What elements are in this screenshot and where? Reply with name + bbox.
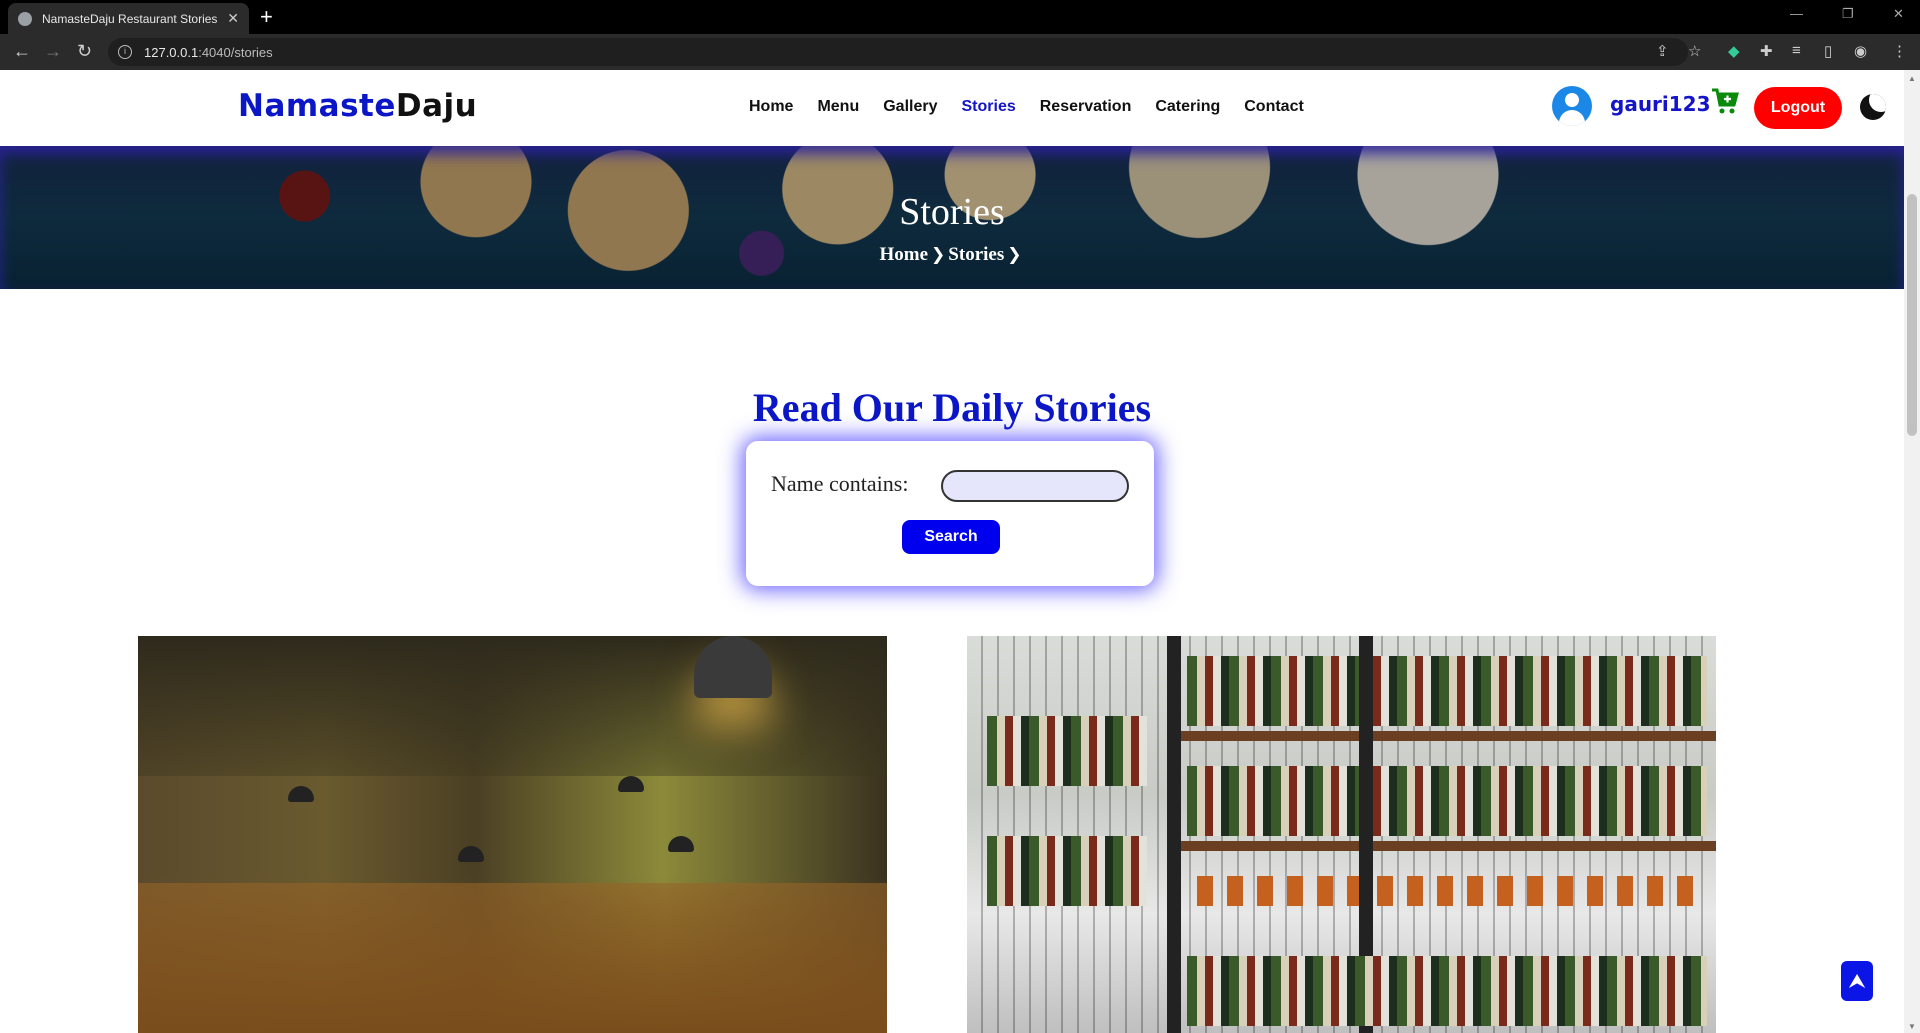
window-close-icon[interactable]: ✕ [1893,6,1904,22]
hero-banner: Stories Home ❯ Stories ❯ [0,146,1904,289]
back-icon[interactable]: ← [13,41,31,62]
chevron-right-icon: ❯ [1007,245,1022,265]
main-nav: Home Menu Gallery Stories Reservation Ca… [749,98,1328,116]
scrollbar-thumb[interactable] [1907,194,1917,436]
site-logo[interactable]: NamasteDaju [238,88,477,124]
nav-gallery[interactable]: Gallery [883,98,937,116]
page-title: Stories [899,191,1005,233]
page-scrollbar[interactable]: ▲ ▼ [1904,70,1920,1033]
search-label: Name contains: [771,471,909,496]
nav-home[interactable]: Home [749,98,793,116]
scroll-to-top-button[interactable]: ⮝ [1841,961,1873,1001]
media-icon[interactable]: ≡ [1792,42,1801,59]
nav-reservation[interactable]: Reservation [1040,98,1132,116]
tab-title: NamasteDaju Restaurant Stories [42,11,218,26]
close-tab-icon[interactable]: ✕ [227,10,239,27]
url-host: 127.0.0.1 [144,44,199,60]
moon-icon[interactable] [1860,94,1886,120]
sidepanel-icon[interactable]: ▯ [1824,42,1832,60]
username[interactable]: gauri123 [1610,92,1711,116]
star-icon[interactable]: ☆ [1688,42,1701,60]
logo-part-namaste: Namaste [238,88,396,124]
nav-contact[interactable]: Contact [1244,98,1304,116]
cart-plus-icon[interactable] [1710,86,1740,116]
info-icon[interactable]: i [118,45,132,59]
browser-toolbar: ← → ↻ i 127.0.0.1 :4040/stories ⇪ ☆ ◆ ✚ … [0,34,1920,70]
logo-part-daju: Daju [395,88,478,124]
nav-catering[interactable]: Catering [1155,98,1220,116]
scroll-up-arrow-icon[interactable]: ▲ [1908,74,1916,83]
minimize-icon[interactable]: — [1790,6,1803,21]
story-image-restaurant-interior[interactable] [138,636,887,1033]
search-card: Name contains: Search [746,441,1154,586]
section-title: Read Our Daily Stories [752,385,1152,430]
search-input[interactable] [941,470,1129,502]
share-icon[interactable]: ⇪ [1656,42,1669,60]
story-image-bar-shelves[interactable] [967,636,1716,1033]
menu-icon[interactable]: ⋮ [1892,42,1907,60]
user-avatar-icon[interactable] [1552,86,1592,126]
breadcrumb-home[interactable]: Home [880,244,929,265]
logout-button[interactable]: Logout [1754,87,1842,129]
browser-tabbar: NamasteDaju Restaurant Stories ✕ + — ❐ ✕ [0,0,1920,34]
breadcrumb: Home ❯ Stories ❯ [0,244,1904,266]
forward-icon[interactable]: → [44,41,62,62]
puzzle-icon[interactable]: ✚ [1760,42,1773,60]
breadcrumb-stories[interactable]: Stories [948,244,1004,265]
new-tab-button[interactable]: + [260,4,273,30]
extension-icon[interactable]: ◆ [1728,42,1740,60]
profile-icon[interactable]: ◉ [1854,42,1867,60]
search-button[interactable]: Search [902,520,1000,554]
double-chevron-up-icon: ⮝ [1849,971,1865,991]
reload-icon[interactable]: ↻ [77,41,92,62]
site-header: NamasteDaju Home Menu Gallery Stories Re… [0,70,1904,146]
restore-icon[interactable]: ❐ [1842,6,1854,22]
nav-menu[interactable]: Menu [817,98,859,116]
url-path: :4040/stories [198,44,273,60]
browser-tab[interactable]: NamasteDaju Restaurant Stories ✕ [8,3,249,34]
nav-stories[interactable]: Stories [962,98,1016,116]
chevron-right-icon: ❯ [931,245,946,265]
address-bar[interactable]: i 127.0.0.1 :4040/stories [108,38,1688,66]
scroll-down-arrow-icon[interactable]: ▼ [1908,1022,1916,1031]
globe-icon [18,11,32,26]
